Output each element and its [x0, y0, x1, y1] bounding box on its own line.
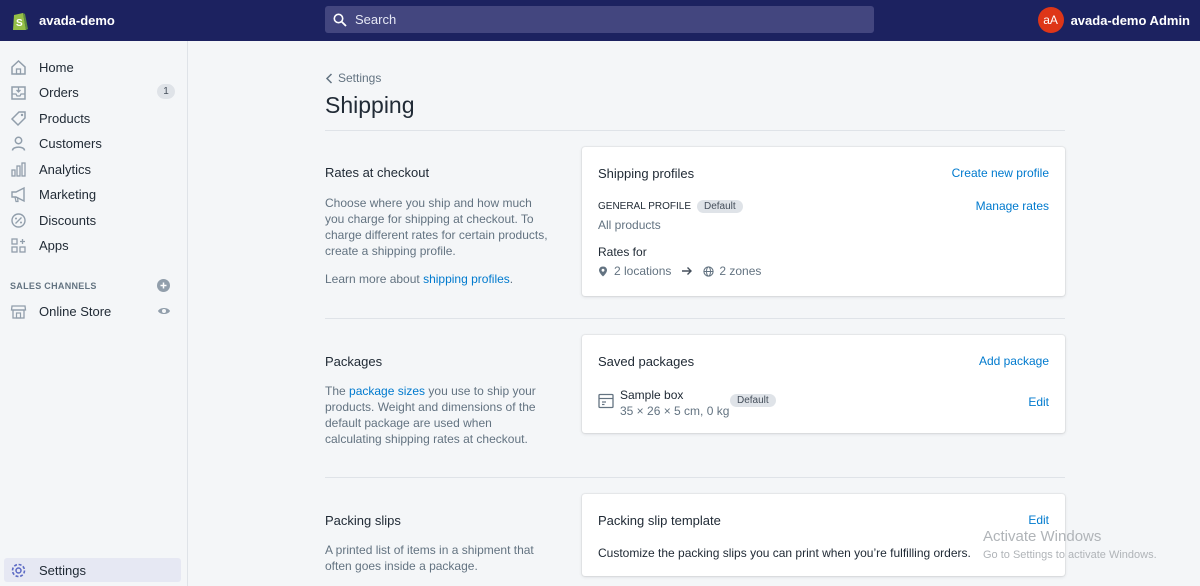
package-dimensions: 35 × 26 × 5 cm, 0 kg [620, 404, 730, 418]
add-package-link[interactable]: Add package [979, 354, 1049, 368]
megaphone-icon [10, 186, 27, 203]
gear-icon [10, 562, 27, 579]
location-pin-icon [599, 266, 607, 276]
rates-for-label: Rates for [598, 245, 647, 259]
card-title: Saved packages [598, 354, 695, 369]
sidebar-item-label: Apps [39, 237, 69, 253]
chevron-left-icon [325, 72, 333, 84]
breadcrumb-label: Settings [338, 71, 382, 85]
user-menu[interactable]: aA avada-demo Admin [1037, 7, 1190, 33]
sidebar-item-label: Home [39, 59, 74, 75]
sidebar-item-label: Orders [39, 84, 79, 100]
rates-learn-more: Learn more about shipping profiles. [325, 271, 550, 287]
home-icon [10, 59, 27, 76]
shipping-profiles-link[interactable]: shipping profiles [423, 272, 510, 286]
locations-count: 2 locations [614, 264, 672, 278]
learn-more-suffix: . [509, 272, 514, 286]
edit-package-link[interactable]: Edit [1028, 395, 1049, 409]
divider [325, 477, 1065, 478]
windows-watermark-subtitle: Go to Settings to activate Windows. [983, 549, 1157, 561]
search-bar[interactable] [325, 6, 874, 33]
apps-icon [10, 237, 27, 254]
box-icon [598, 393, 614, 409]
profile-scope: All products [598, 218, 661, 232]
edit-packing-slip-link[interactable]: Edit [1028, 513, 1049, 527]
sidebar-item-label: Online Store [39, 303, 112, 319]
packing-slips-description: A printed list of items in a shipment th… [325, 543, 534, 573]
learn-more-prefix: Learn more about [325, 272, 424, 286]
user-name: avada-demo Admin [1070, 12, 1190, 28]
sidebar-item-label: Products [39, 110, 91, 126]
svg-text:S: S [16, 18, 23, 29]
saved-packages-card: Saved packages Add package Sample box 35… [582, 335, 1065, 433]
person-icon [10, 135, 27, 152]
discount-icon [10, 212, 27, 229]
manage-rates-link[interactable]: Manage rates [976, 199, 1049, 213]
store-icon [10, 303, 27, 320]
breadcrumb[interactable]: Settings [325, 71, 381, 85]
sidebar-item-label: Settings [39, 562, 86, 578]
packages-section-title: Packages [325, 354, 383, 369]
profile-name: GENERAL PROFILE [598, 201, 691, 212]
top-bar: S avada-demo aA avada-demo Admin [0, 0, 1200, 41]
page-title: Shipping [325, 92, 415, 118]
globe-icon [703, 265, 715, 277]
store-name: avada-demo [39, 13, 115, 28]
packages-description: The package sizes you use to ship your p… [325, 383, 550, 447]
sidebar-item-label: Analytics [39, 161, 92, 177]
divider [325, 130, 1065, 131]
create-new-profile-link[interactable]: Create new profile [952, 166, 1049, 180]
profile-coverage: 2 locations 2 zones [598, 264, 761, 278]
orders-icon [10, 84, 27, 101]
shipping-profiles-card: Shipping profiles Create new profile GEN… [582, 147, 1065, 296]
sidebar-item-label: Discounts [39, 212, 97, 228]
store-brand[interactable]: S avada-demo [0, 10, 325, 32]
profile-header: GENERAL PROFILE Default [598, 200, 743, 213]
package-name: Sample box [620, 388, 684, 402]
eye-icon[interactable] [157, 304, 171, 318]
packages-desc-prefix: The [325, 384, 350, 398]
default-badge: Default [730, 394, 776, 407]
orders-count-badge: 1 [157, 84, 175, 99]
sidebar-item-customers[interactable]: Customers [4, 131, 181, 155]
card-title: Shipping profiles [598, 166, 695, 181]
sidebar-item-apps[interactable]: Apps [4, 233, 181, 257]
sidebar-item-marketing[interactable]: Marketing [4, 182, 181, 206]
package-sizes-link[interactable]: package sizes [349, 384, 425, 398]
sidebar: Home Orders 1 Products Customers Analyti… [0, 41, 188, 586]
search-input[interactable] [355, 12, 855, 27]
packing-slips-section-title: Packing slips [325, 513, 401, 528]
default-badge: Default [697, 200, 743, 213]
divider [325, 318, 1065, 319]
rates-section-title: Rates at checkout [325, 165, 430, 180]
sidebar-item-discounts[interactable]: Discounts [4, 208, 181, 232]
add-channel-icon[interactable] [157, 279, 170, 292]
sales-channels-heading: SALES CHANNELS [10, 281, 97, 291]
shopify-logo-icon: S [13, 12, 28, 30]
zones-count: 2 zones [719, 264, 762, 278]
sidebar-item-analytics[interactable]: Analytics [4, 157, 181, 181]
windows-watermark-title: Activate Windows [983, 528, 1102, 545]
tag-icon [10, 110, 27, 127]
sidebar-item-settings[interactable]: Settings [4, 558, 181, 582]
sidebar-item-online-store[interactable]: Online Store [4, 299, 181, 323]
sidebar-item-orders[interactable]: Orders 1 [4, 80, 181, 104]
sidebar-item-label: Marketing [39, 186, 97, 202]
avatar: aA [1037, 7, 1064, 33]
packing-slip-description: Customize the packing slips you can prin… [598, 546, 971, 560]
sidebar-item-home[interactable]: Home [4, 55, 181, 79]
sidebar-item-label: Customers [39, 135, 102, 151]
card-title: Packing slip template [598, 513, 721, 528]
search-icon [333, 13, 347, 27]
sidebar-item-products[interactable]: Products [4, 106, 181, 130]
rates-description: Choose where you ship and how much you c… [325, 196, 548, 258]
arrow-right-icon [682, 267, 693, 275]
chart-icon [10, 161, 27, 178]
